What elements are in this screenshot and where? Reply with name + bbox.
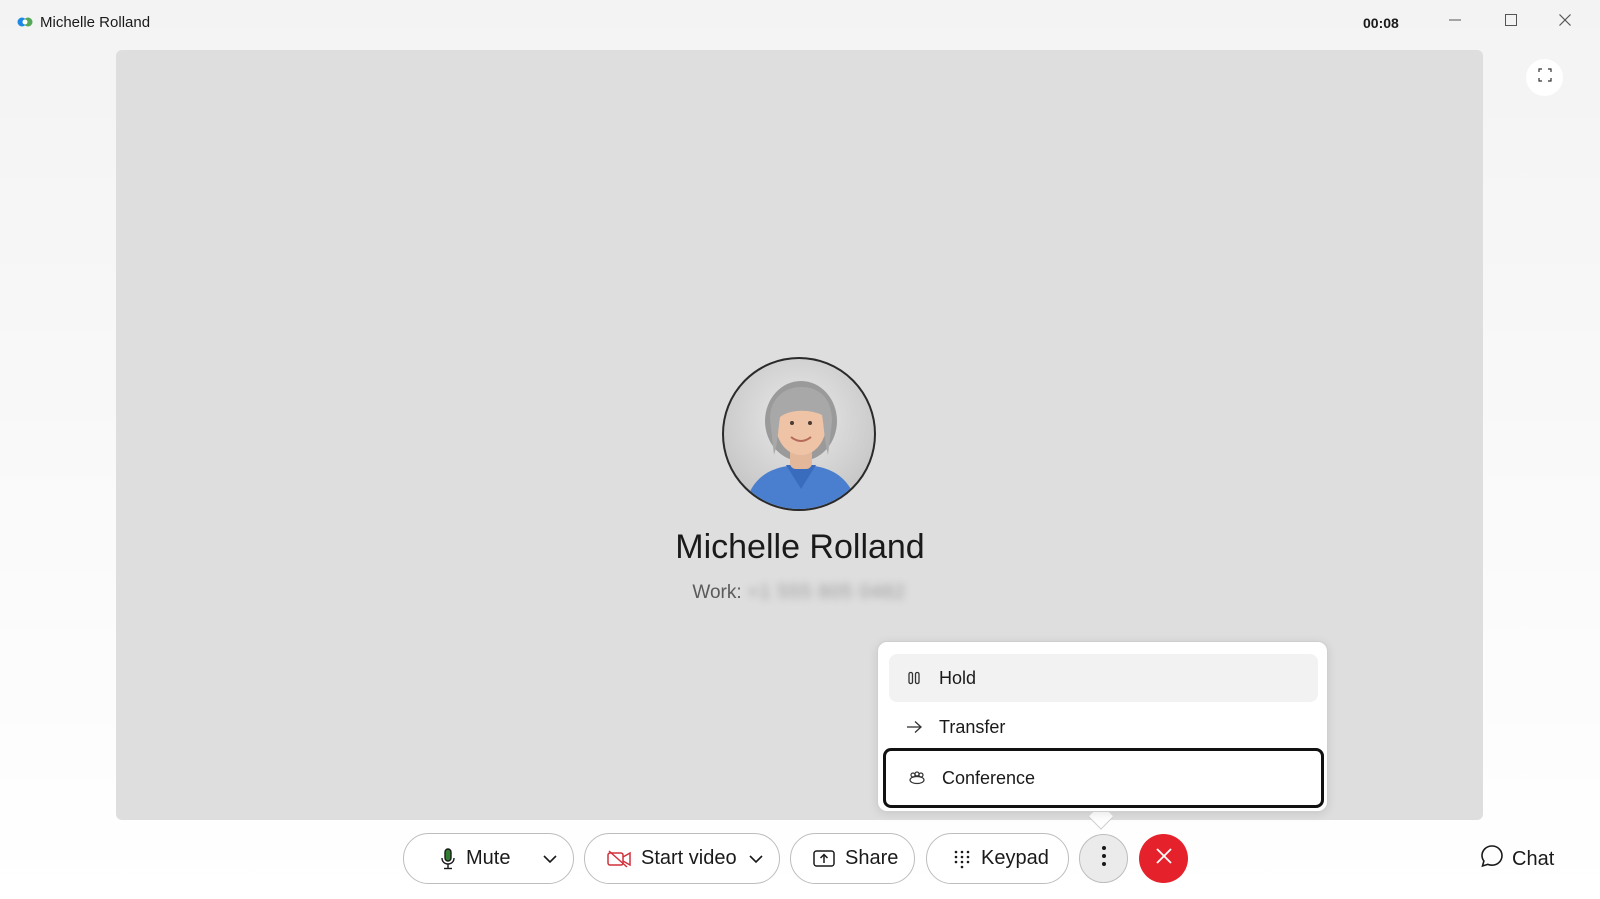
menu-item-label: Transfer [939,716,1006,737]
conference-icon [908,769,926,787]
call-window: Michelle Rolland 00:08 Michelle Rolland … [0,0,1600,899]
fullscreen-icon [1537,68,1552,87]
close-icon [1558,13,1572,32]
number-value-blurred: +1 555 805 0482 [747,582,906,603]
end-call-button[interactable] [1139,834,1188,883]
menu-item-conference[interactable]: Conference [883,748,1324,808]
more-vertical-icon [1101,845,1107,872]
keypad-icon [953,849,971,869]
chat-label: Chat [1512,847,1555,870]
number-label: Work: [692,582,742,603]
video-off-icon [607,849,631,868]
microphone-icon [440,847,456,870]
close-button[interactable] [1550,8,1580,36]
title-bar: Michelle Rolland 00:08 [0,0,1600,46]
chat-icon [1480,844,1504,874]
maximize-icon [1504,13,1518,32]
chat-button[interactable]: Chat [1480,843,1554,875]
menu-item-hold[interactable]: Hold [889,654,1318,702]
keypad-button[interactable]: Keypad [926,833,1069,884]
window-title: Michelle Rolland [40,14,151,31]
mute-label: Mute [466,847,511,869]
more-options-menu: Hold Transfer Conference [877,641,1328,812]
chevron-down-icon[interactable] [541,850,559,868]
pause-icon [905,669,923,687]
chevron-down-icon[interactable] [747,850,765,868]
share-button[interactable]: Share [790,833,915,884]
contact-number-row: Work: +1 555 805 0482 [600,582,1000,604]
maximize-button[interactable] [1496,8,1526,36]
arrow-right-icon [905,718,923,736]
end-call-icon [1155,847,1173,870]
share-label: Share [845,847,899,869]
minimize-icon [1448,13,1462,32]
keypad-label: Keypad [981,847,1049,869]
menu-item-transfer[interactable]: Transfer [889,703,1318,751]
start-video-label: Start video [641,847,737,869]
mute-button[interactable]: Mute [403,833,574,884]
fullscreen-button[interactable] [1526,59,1563,96]
menu-item-label: Conference [942,767,1036,788]
contact-avatar [722,357,876,511]
minimize-button[interactable] [1440,8,1470,36]
more-options-button[interactable] [1079,834,1128,883]
webex-logo-icon [17,15,33,29]
start-video-button[interactable]: Start video [584,833,780,884]
share-screen-icon [813,849,835,868]
contact-name: Michelle Rolland [675,528,925,566]
menu-item-label: Hold [939,667,977,688]
call-timer: 00:08 [1363,15,1399,31]
